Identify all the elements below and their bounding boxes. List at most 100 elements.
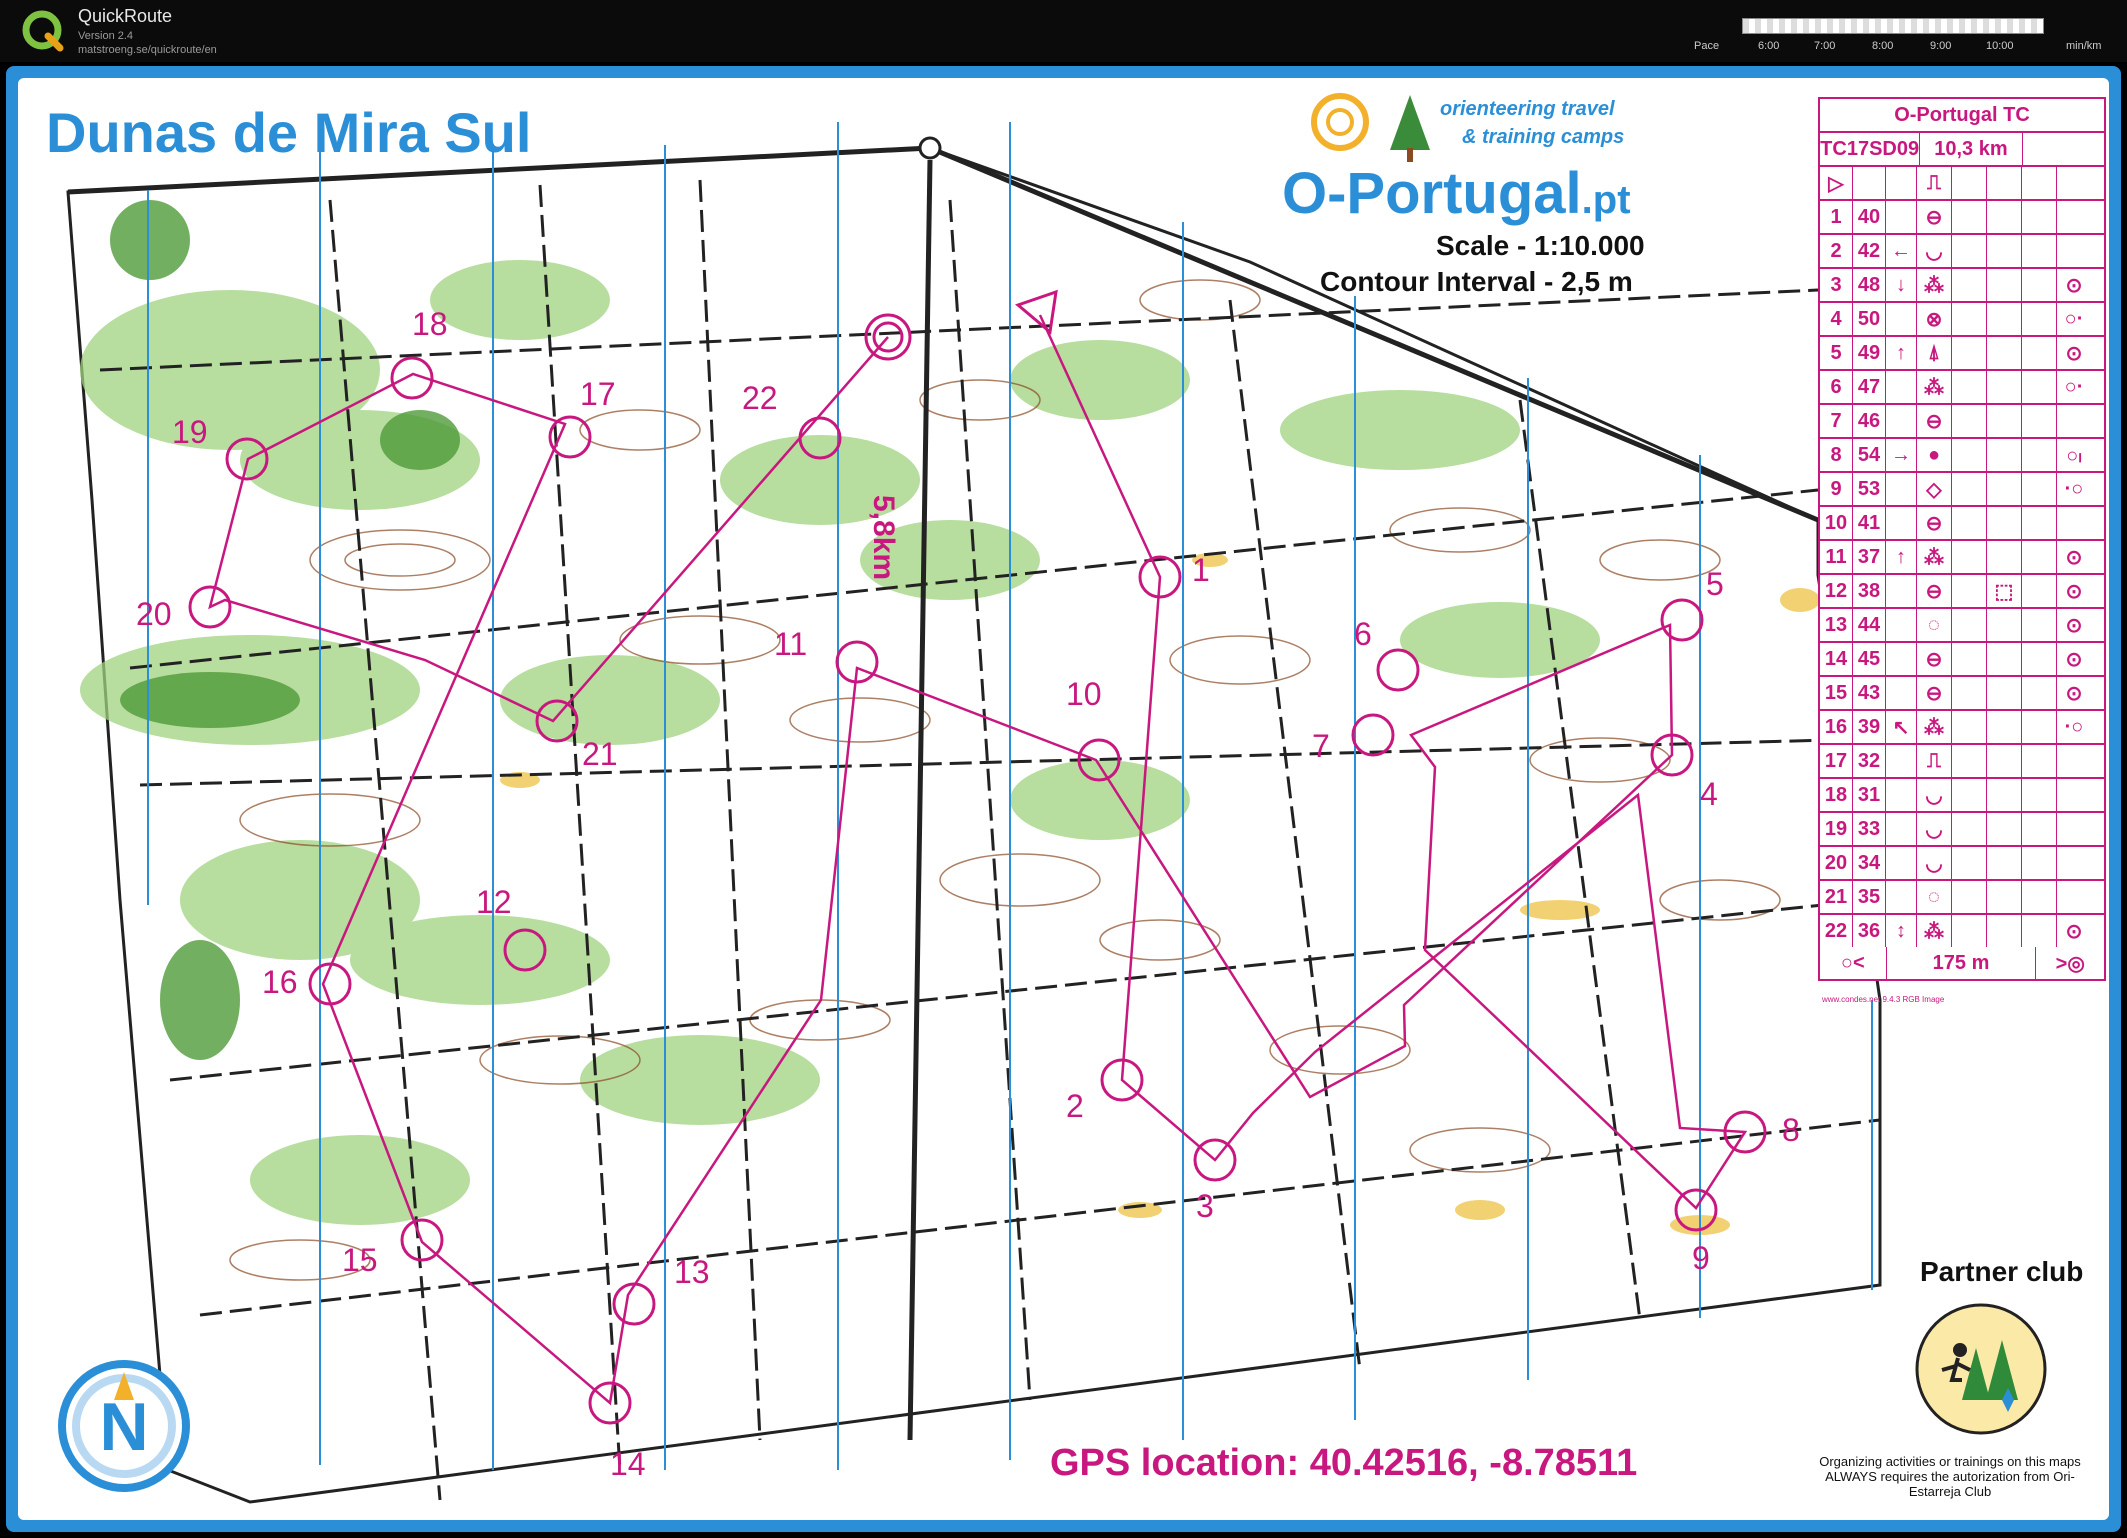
direction-icon: [1886, 813, 1917, 845]
finish-row: ○< 175 m >◎: [1820, 947, 2104, 979]
description-row: 22 36 ↕ ⁂ ⊙: [1820, 915, 2104, 947]
control-sequence: 17: [1820, 745, 1853, 777]
appearance-cell: [1952, 881, 1987, 913]
feature-icon: ⁂: [1917, 371, 1952, 403]
control-code: 54: [1853, 439, 1886, 471]
course-code: TC17SD09: [1820, 133, 1921, 165]
location-icon: ⊙: [2065, 682, 2083, 705]
control-sequence: 18: [1820, 779, 1853, 811]
control-code: 40: [1853, 201, 1886, 233]
description-row: 5 49 ↑ ⍋ ⊙: [1820, 337, 2104, 371]
app-version: Version 2.4: [78, 30, 134, 42]
direction-icon: [1886, 643, 1917, 675]
other-cell: [2022, 813, 2057, 845]
control-sequence: 14: [1820, 643, 1853, 675]
finish-start-icon: ○<: [1820, 947, 1887, 979]
control-label: 12: [476, 884, 512, 920]
partner-club-label: Partner club: [1920, 1256, 2084, 1287]
brand-suffix: .pt: [1581, 178, 1631, 222]
description-row: 19 33 ◡: [1820, 813, 2104, 847]
control-code: 32: [1853, 745, 1886, 777]
other-cell: [2022, 371, 2057, 403]
control-label: 8: [1782, 1112, 1800, 1148]
feature-icon: ⁂: [1917, 269, 1952, 301]
appearance-cell: [1952, 201, 1987, 233]
location-icon: [2057, 847, 2091, 879]
description-row: 2 42 ← ◡: [1820, 235, 2104, 269]
feature-icon: ◇: [1917, 473, 1952, 505]
control-code: 44: [1853, 609, 1886, 641]
other-cell: [2022, 473, 2057, 505]
control-code: 47: [1853, 371, 1886, 403]
dimension-icon: [1987, 507, 2022, 539]
control-sequence: 3: [1820, 269, 1853, 301]
direction-icon: [1886, 507, 1917, 539]
other-cell: [2022, 303, 2057, 335]
app-title: QuickRoute: [78, 6, 173, 26]
appearance-cell: [1952, 847, 1987, 879]
quickroute-logo-icon: [22, 10, 64, 52]
direction-icon: [1886, 745, 1917, 777]
dimension-icon: [1987, 235, 2022, 267]
control-label: 10: [1066, 676, 1102, 712]
location-icon: [2057, 813, 2091, 845]
pace-legend: Pace 6:00 7:00 8:00 9:00 10:00 min/km: [1694, 40, 2114, 54]
appearance-cell: [1952, 915, 1987, 947]
direction-icon: [1886, 779, 1917, 811]
control-label: 18: [412, 306, 448, 342]
pace-tick: 9:00: [1930, 40, 1952, 52]
dimension-icon: [1987, 609, 2022, 641]
control-code: 50: [1853, 303, 1886, 335]
control-label: 5: [1706, 566, 1724, 602]
appearance-cell: [1952, 235, 1987, 267]
dimension-icon: [1987, 541, 2022, 573]
other-cell: [2022, 745, 2057, 777]
appearance-cell: [1952, 439, 1987, 471]
event-name: O-Portugal TC: [1894, 103, 2030, 126]
location-icon: ⊙: [2065, 274, 2083, 297]
other-cell: [2022, 609, 2057, 641]
svg-text:N: N: [99, 1389, 148, 1465]
control-sequence: 5: [1820, 337, 1853, 369]
control-code: 38: [1853, 575, 1886, 607]
appearance-cell: [1952, 711, 1987, 743]
orienteering-map-graphic: [66, 93, 1882, 1504]
control-label: 21: [582, 736, 618, 772]
direction-icon: [1886, 473, 1917, 505]
control-code: 42: [1853, 235, 1886, 267]
appearance-cell: [1952, 269, 1987, 301]
other-cell: [2022, 915, 2057, 947]
app-url[interactable]: matstroeng.se/quickroute/en: [78, 44, 217, 56]
feature-icon: ⊖: [1917, 507, 1952, 539]
feature-icon: ●: [1917, 439, 1952, 471]
control-code: 48: [1853, 269, 1886, 301]
control-sequence: 12: [1820, 575, 1853, 607]
finish-distance: 175 m: [1887, 947, 2037, 979]
map-canvas[interactable]: Dunas de Mira Sul orienteering travel & …: [18, 78, 2109, 1520]
other-cell: [2022, 847, 2057, 879]
map-title: Dunas de Mira Sul: [46, 101, 532, 164]
other-cell: [2022, 575, 2057, 607]
dimension-icon: [1987, 303, 2022, 335]
feature-icon: ◡: [1917, 235, 1952, 267]
direction-icon: ↓: [1886, 269, 1917, 301]
direction-icon: ↑: [1886, 337, 1917, 369]
dimension-icon: [1987, 677, 2022, 709]
description-row: 15 43 ⊖ ⊙: [1820, 677, 2104, 711]
location-icon: [2057, 779, 2091, 811]
control-label: 15: [342, 1242, 378, 1278]
software-credit: www.condes.net 9.4.3 RGB Image: [1822, 995, 1945, 1004]
appearance-cell: [1952, 575, 1987, 607]
location-icon: ○·: [2064, 307, 2084, 330]
control-code: 43: [1853, 677, 1886, 709]
brand-name: O-Portugal.pt: [1282, 160, 1631, 227]
appearance-cell: [1952, 813, 1987, 845]
location-icon: ·○: [2064, 477, 2084, 500]
other-cell: [2022, 677, 2057, 709]
pace-scale-bar: [1742, 18, 2044, 34]
dimension-icon: [1987, 881, 2022, 913]
brand-tagline-1: orienteering travel: [1440, 98, 1615, 120]
control-sequence: 11: [1820, 541, 1853, 573]
feature-icon: ◌: [1917, 881, 1952, 913]
location-icon: ⊙: [2065, 580, 2083, 603]
